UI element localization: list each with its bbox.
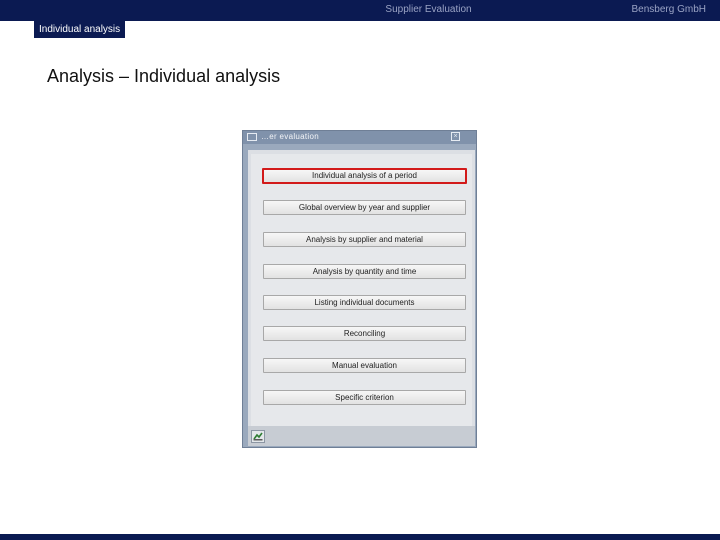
close-icon[interactable]: ×: [451, 132, 460, 141]
page-title: Analysis – Individual analysis: [47, 66, 281, 86]
quantity-time-analysis-button[interactable]: Analysis by quantity and time: [263, 264, 466, 279]
dialog-footer: [248, 426, 475, 446]
supplier-evaluation-dialog: …er evaluation × Individual analysis of …: [242, 130, 477, 448]
dialog-button-panel: Individual analysis of a period Global o…: [251, 154, 472, 428]
individual-analysis-period-button[interactable]: Individual analysis of a period: [262, 168, 467, 184]
dialog-body: Individual analysis of a period Global o…: [248, 150, 475, 432]
dialog-title: …er evaluation: [261, 132, 320, 141]
execute-button[interactable]: [251, 430, 265, 443]
execute-icon: [253, 432, 263, 441]
header-center-title: Supplier Evaluation: [385, 4, 472, 15]
dialog-titlebar: …er evaluation ×: [243, 131, 476, 144]
supplier-material-analysis-button[interactable]: Analysis by supplier and material: [263, 232, 466, 247]
reconciling-button[interactable]: Reconciling: [263, 326, 466, 341]
manual-evaluation-button[interactable]: Manual evaluation: [263, 358, 466, 373]
window-icon: [247, 133, 257, 141]
section-bar: Individual analysis: [0, 20, 720, 38]
bottom-bar: [0, 534, 720, 540]
listing-documents-button[interactable]: Listing individual documents: [263, 295, 466, 310]
specific-criterion-button[interactable]: Specific criterion: [263, 390, 466, 405]
section-tab-individual-analysis[interactable]: Individual analysis: [34, 21, 126, 38]
top-header-bar: Supplier Evaluation Bensberg GmbH: [0, 0, 720, 20]
global-overview-button[interactable]: Global overview by year and supplier: [263, 200, 466, 215]
header-company-name: Bensberg GmbH: [631, 4, 706, 15]
